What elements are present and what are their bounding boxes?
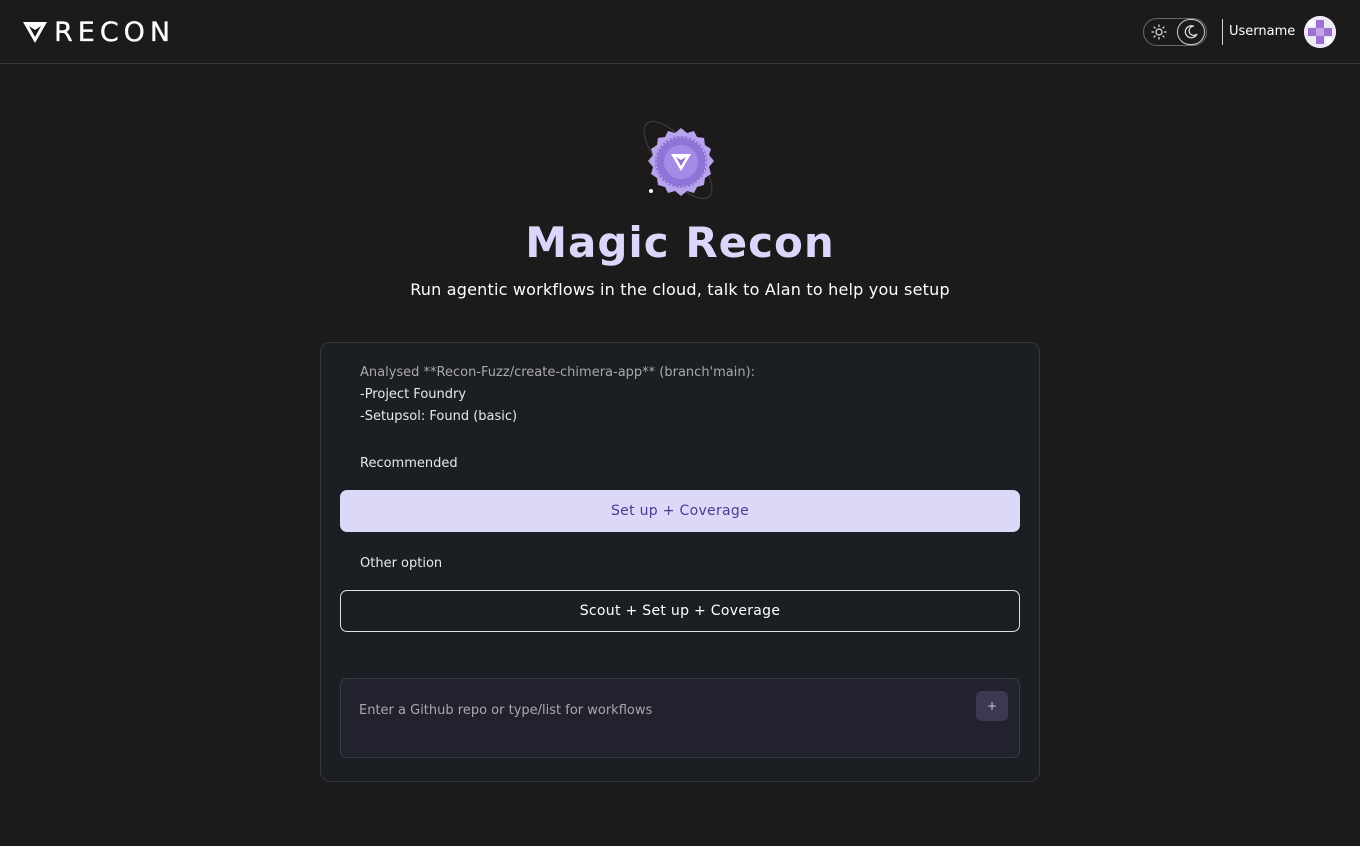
dark-mode-button[interactable] (1177, 19, 1205, 45)
top-header: RECON Username (0, 0, 1360, 64)
add-button[interactable]: + (976, 691, 1008, 721)
brand-logo[interactable]: RECON (22, 16, 176, 48)
prompt-box[interactable]: + (340, 678, 1020, 758)
other-option-label: Other option (360, 556, 443, 571)
analysis-summary: Analysed **Recon-Fuzz/create-chimera-app… (360, 365, 756, 380)
scout-setup-coverage-button[interactable]: Scout + Set up + Coverage (340, 590, 1020, 632)
recon-logo-icon (23, 22, 47, 43)
analysis-item: -Project Foundry (360, 387, 467, 402)
workflow-card: Analysed **Recon-Fuzz/create-chimera-app… (320, 342, 1040, 782)
moon-icon (1184, 25, 1198, 39)
setup-coverage-button[interactable]: Set up + Coverage (340, 490, 1020, 532)
avatar-icon (1304, 16, 1336, 48)
recon-badge-icon (632, 115, 724, 205)
page-title: Magic Recon (525, 218, 835, 267)
analysis-item: -Setupsol: Found (basic) (360, 409, 518, 424)
username-label[interactable]: Username (1229, 24, 1295, 39)
sun-icon (1151, 24, 1167, 40)
header-divider (1222, 19, 1223, 45)
recommended-label: Recommended (360, 456, 458, 471)
brand-name: RECON (54, 16, 176, 48)
avatar[interactable] (1304, 16, 1336, 48)
page-subtitle: Run agentic workflows in the cloud, talk… (410, 280, 950, 299)
theme-toggle[interactable] (1143, 18, 1207, 46)
light-mode-button[interactable] (1145, 19, 1173, 45)
plus-icon: + (986, 699, 998, 713)
repo-input[interactable] (359, 699, 959, 721)
